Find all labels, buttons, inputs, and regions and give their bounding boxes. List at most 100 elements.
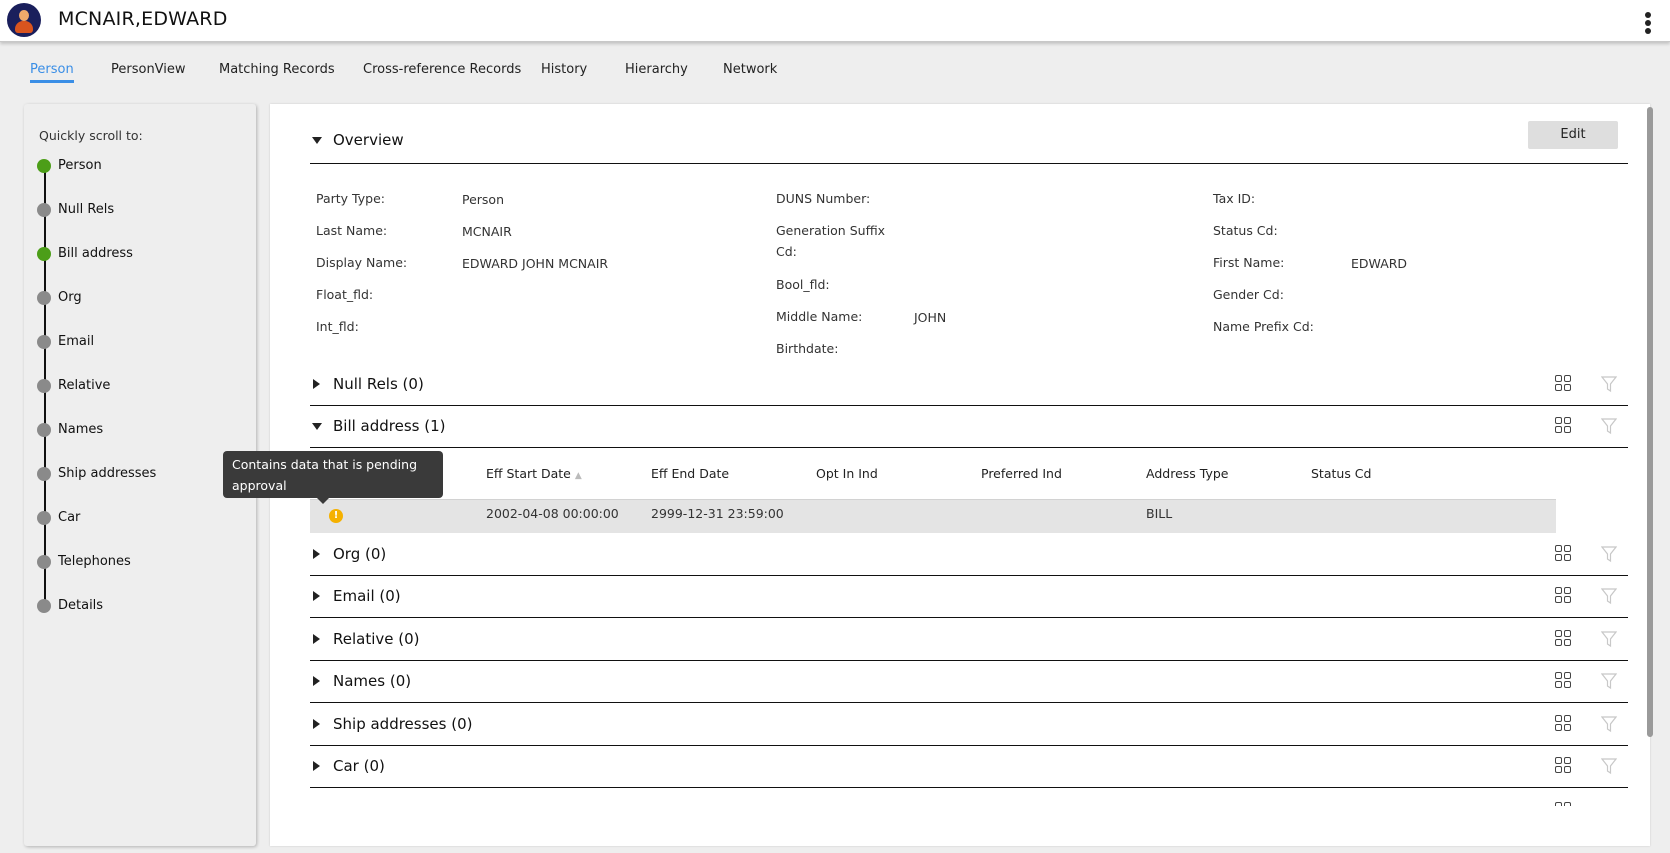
edit-button[interactable]: Edit: [1528, 121, 1618, 149]
tab-history[interactable]: History: [541, 62, 587, 77]
section-label[interactable]: Org (0): [333, 545, 386, 563]
status-dot-icon: [37, 291, 51, 305]
expand-caret-icon[interactable]: [313, 719, 320, 729]
tab-matching-records[interactable]: Matching Records: [219, 62, 335, 77]
vertical-scrollbar[interactable]: [1647, 107, 1653, 737]
bool-fld-label: Bool_fld:: [776, 277, 830, 292]
section-car: Car (0): [310, 748, 1628, 788]
section-label[interactable]: Car (0): [333, 757, 385, 775]
first-name-label: First Name:: [1213, 255, 1285, 270]
float-fld-label: Float_fld:: [316, 287, 374, 302]
kebab-menu-icon[interactable]: [1645, 12, 1651, 36]
middle-name-value: JOHN: [914, 310, 947, 325]
section-bill-address: Bill address (1): [310, 408, 1628, 448]
generation-suffix-label: Generation Suffix Cd:: [776, 223, 886, 259]
grid-view-icon[interactable]: [1555, 757, 1573, 775]
column-header-opt-in-ind[interactable]: Opt In Ind: [816, 466, 878, 481]
expand-caret-icon[interactable]: [313, 591, 320, 601]
filter-icon[interactable]: [1601, 587, 1617, 605]
tab-hierarchy[interactable]: Hierarchy: [625, 62, 688, 77]
tab-bar: Person PersonView Matching Records Cross…: [0, 42, 1670, 96]
column-header-eff-end-date[interactable]: Eff End Date: [651, 466, 729, 481]
status-dot-icon: [37, 159, 51, 173]
status-dot-icon: [37, 203, 51, 217]
tab-personview[interactable]: PersonView: [111, 62, 186, 77]
sidebar-item-label: Null Rels: [58, 202, 115, 217]
sidebar-item-label: Relative: [58, 378, 111, 393]
expand-caret-icon[interactable]: [313, 379, 320, 389]
grid-view-icon[interactable]: [1555, 545, 1573, 563]
section-label[interactable]: Ship addresses (0): [333, 715, 472, 733]
section-email: Email (0): [310, 578, 1628, 618]
filter-icon[interactable]: [1601, 545, 1617, 563]
sidebar-item-label: Telephones: [58, 554, 131, 569]
grid-view-icon[interactable]: [1555, 715, 1573, 733]
tax-id-label: Tax ID:: [1213, 191, 1256, 206]
status-dot-icon: [37, 379, 51, 393]
person-avatar-icon: [7, 3, 41, 37]
section-names: Names (0): [310, 663, 1628, 703]
filter-icon[interactable]: [1601, 375, 1617, 393]
column-header-address-type[interactable]: Address Type: [1146, 466, 1228, 481]
sidebar-item-label: Email: [58, 334, 95, 349]
last-name-value: MCNAIR: [462, 224, 512, 239]
status-dot-icon: [37, 423, 51, 437]
filter-icon[interactable]: [1601, 757, 1617, 775]
pending-warning-icon[interactable]: !: [329, 509, 343, 523]
section-relative: Relative (0): [310, 621, 1628, 661]
grid-view-icon[interactable]: [1555, 587, 1573, 605]
sidebar-item-label: Bill address: [58, 246, 133, 261]
column-header-eff-start-date[interactable]: Eff Start Date ▲: [486, 466, 582, 481]
tab-person[interactable]: Person: [30, 62, 74, 83]
status-dot-icon: [37, 599, 51, 613]
section-org: Org (0): [310, 536, 1628, 576]
section-label[interactable]: Bill address (1): [333, 417, 446, 435]
display-name-value: EDWARD JOHN MCNAIR: [462, 256, 609, 271]
grid-view-icon[interactable]: [1555, 417, 1573, 435]
status-dot-icon: [37, 511, 51, 525]
quick-scroll-sidebar: Quickly scroll to: Person Null Rels Bill…: [24, 104, 256, 846]
column-header-preferred-ind[interactable]: Preferred Ind: [981, 466, 1062, 481]
collapse-caret-icon[interactable]: [312, 137, 322, 144]
tab-network[interactable]: Network: [723, 62, 777, 77]
birthdate-label: Birthdate:: [776, 341, 839, 356]
grid-view-icon[interactable]: [1555, 630, 1573, 648]
expand-caret-icon[interactable]: [313, 676, 320, 686]
filter-icon[interactable]: [1601, 715, 1617, 733]
cell-address-type: BILL: [1146, 506, 1173, 521]
expand-caret-icon[interactable]: [313, 549, 320, 559]
grid-view-icon[interactable]: [1555, 672, 1573, 690]
section-label[interactable]: Names (0): [333, 672, 411, 690]
cell-eff-end-date: 2999-12-31 23:59:00: [651, 506, 784, 521]
sort-ascending-icon[interactable]: ▲: [575, 471, 582, 481]
filter-icon[interactable]: [1601, 672, 1617, 690]
overview-title[interactable]: Overview: [333, 131, 404, 149]
first-name-value: EDWARD: [1351, 256, 1408, 271]
status-cd-label: Status Cd:: [1213, 223, 1278, 238]
section-label[interactable]: Email (0): [333, 587, 401, 605]
record-title: MCNAIR,EDWARD: [58, 8, 228, 30]
middle-name-label: Middle Name:: [776, 309, 863, 324]
collapse-caret-icon[interactable]: [312, 423, 322, 430]
party-type-value: Person: [462, 192, 505, 207]
status-dot-icon: [37, 335, 51, 349]
section-label[interactable]: Relative (0): [333, 630, 420, 648]
overview-section-header: Overview Edit: [310, 121, 1628, 164]
quick-scroll-title: Quickly scroll to:: [39, 128, 143, 143]
cell-eff-start-date: 2002-04-08 00:00:00: [486, 506, 619, 521]
tab-cross-reference-records[interactable]: Cross-reference Records: [363, 62, 521, 77]
expand-caret-icon[interactable]: [313, 634, 320, 644]
header-bar: MCNAIR,EDWARD: [0, 0, 1670, 42]
sidebar-item-label: Car: [58, 510, 81, 525]
grid-view-icon[interactable]: [1555, 375, 1573, 393]
expand-caret-icon[interactable]: [313, 761, 320, 771]
duns-number-label: DUNS Number:: [776, 191, 871, 206]
section-label[interactable]: Null Rels (0): [333, 375, 424, 393]
gender-cd-label: Gender Cd:: [1213, 287, 1284, 302]
column-header-status-cd[interactable]: Status Cd: [1311, 466, 1371, 481]
filter-icon[interactable]: [1601, 417, 1617, 435]
status-dot-icon: [37, 467, 51, 481]
sidebar-item-label: Org: [58, 290, 82, 305]
party-type-label: Party Type:: [316, 191, 385, 206]
filter-icon[interactable]: [1601, 630, 1617, 648]
